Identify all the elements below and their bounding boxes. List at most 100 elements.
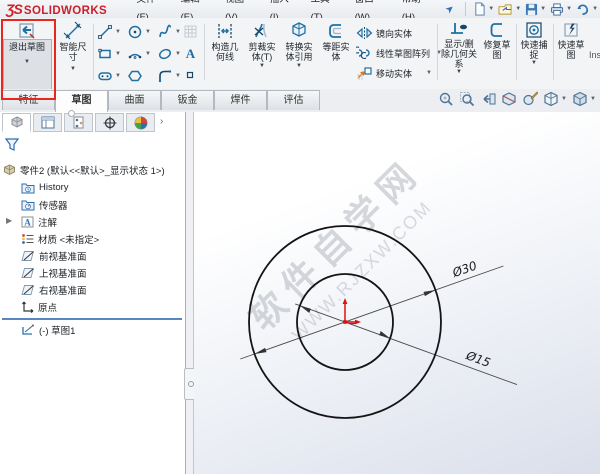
polygon-tool-button[interactable] [127,68,143,84]
open-file-button[interactable]: ▼ [498,3,521,16]
tree-item-material[interactable]: 材质 <未指定> [21,231,99,246]
material-icon [21,233,34,245]
chevron-down-icon[interactable]: ▼ [145,51,151,57]
save-icon [526,3,538,15]
repair-sketch-button[interactable]: 修复草图 [482,21,512,60]
view-orientation-button[interactable]: ▼ [543,91,567,107]
tab-featuremanager-tree[interactable] [2,113,31,132]
panel-tabs-overflow-chevron[interactable]: › [160,116,163,127]
dimension-text-d30[interactable]: Ø30 [450,258,479,280]
pin-menu-icon[interactable]: ➤ [443,2,456,16]
section-view-icon[interactable] [501,91,517,107]
tab-surfaces[interactable]: 曲面 [108,90,161,110]
rollback-bar[interactable] [2,318,182,320]
graphics-area[interactable]: 软件自学网 WWW.RJZXW.COM Ø30 Ø15 [194,112,600,474]
chevron-down-icon[interactable]: ▼ [175,73,181,79]
repair-sketch-icon [490,23,502,37]
toolbar-separator [465,2,467,16]
construction-geometry-button[interactable]: 构造几何线 [208,21,242,62]
chevron-down-icon[interactable]: ▼ [540,6,546,12]
tree-item-annotations[interactable]: A 注解 [21,214,57,229]
chevron-down-icon[interactable]: ▼ [561,96,567,102]
arc-tool-button[interactable]: ▼ [127,46,151,62]
undo-button[interactable]: ▼ [576,3,598,16]
chevron-down-icon[interactable]: ▼ [566,6,572,12]
horizontal-splitter-dot[interactable] [68,110,75,117]
chevron-down-icon[interactable]: ▼ [456,69,462,76]
move-entities-icon [357,67,372,80]
chevron-down-icon[interactable]: ▼ [531,60,537,67]
chevron-down-icon[interactable]: ▼ [115,29,121,35]
sketch-canvas[interactable]: Ø30 Ø15 [194,112,600,474]
smart-dimension-button[interactable]: 智能尺寸 ▼ [57,21,89,73]
fillet-tool-button[interactable]: ▼ [157,68,181,84]
quick-snaps-button[interactable]: 快速捕捉 ▼ [519,21,549,67]
chevron-down-icon[interactable]: ▼ [592,6,598,12]
dimxpert-target-icon [103,116,116,129]
chevron-down-icon[interactable]: ▼ [70,66,76,73]
construction-geometry-label: 构造几何线 [211,42,239,63]
chevron-down-icon[interactable]: ▼ [24,59,30,66]
previous-view-icon[interactable] [480,91,496,107]
rectangle-tool-button[interactable]: ▼ [97,46,121,62]
filter-button[interactable] [5,138,19,151]
dimension-line-d30[interactable] [240,265,504,360]
title-bar: ƷS SOLIDWORKS 文件(F) 编辑(E) 视图(V) 插入(I) 工具… [0,0,600,23]
save-button[interactable]: ▼ [525,3,546,16]
chevron-down-icon[interactable]: ▼ [515,6,521,12]
tree-root-part[interactable]: 零件2 (默认<<默认>_显示状态 1>) [3,162,165,177]
heads-up-view-toolbar: ▼ ▼ [438,91,596,107]
point-tool-button[interactable] [185,70,195,80]
ellipse-tool-button[interactable]: ▼ [157,46,181,62]
display-style-button[interactable]: ▼ [572,91,596,107]
move-entities-button[interactable]: 移动实体 ▼ [356,66,432,80]
display-relations-button[interactable]: 显示/删除几何关系 ▼ [440,21,478,76]
slot-tool-button[interactable]: ▼ [97,68,121,84]
expand-arrow-icon[interactable]: ▶ [6,216,12,225]
chevron-down-icon[interactable]: ▼ [175,29,181,35]
chevron-down-icon[interactable]: ▼ [115,51,121,57]
linear-pattern-button[interactable]: 线性草图阵列 ▼ [356,46,442,60]
tab-dimxpert[interactable] [95,113,124,132]
mirror-entities-button[interactable]: 镜向实体 [356,26,412,40]
tab-weldments[interactable]: 焊件 [214,90,267,110]
chevron-down-icon[interactable]: ▼ [259,63,265,70]
tab-features[interactable]: 特征 [2,90,55,110]
tree-item-sketch1[interactable]: (-) 草图1 [21,322,75,337]
panel-splitter[interactable] [186,112,194,474]
tree-item-front-plane[interactable]: 前视基准面 [21,248,87,263]
tree-item-sensors[interactable]: 传感器 [21,197,68,212]
chevron-down-icon[interactable]: ▼ [145,29,151,35]
tab-property-manager[interactable] [33,113,62,132]
tab-sheet-metal[interactable]: 钣金 [161,90,214,110]
spline-tool-button[interactable]: ▼ [157,24,181,40]
chevron-down-icon[interactable]: ▼ [175,51,181,57]
exit-sketch-button[interactable]: 退出草图 ▼ [4,21,50,66]
text-tool-button[interactable]: A [183,46,198,61]
tab-sketch[interactable]: 草图 [55,90,108,112]
chevron-down-icon[interactable]: ▼ [115,73,121,79]
offset-entities-button[interactable]: 等距实体 [320,21,352,62]
circle-tool-button[interactable]: ▼ [127,24,151,40]
tree-item-top-plane[interactable]: 上视基准面 [21,265,87,280]
chevron-down-icon[interactable]: ▼ [426,70,432,76]
tab-evaluate[interactable]: 评估 [267,90,320,110]
sketch-grid-button[interactable] [183,24,198,39]
tree-item-origin[interactable]: 原点 [21,299,57,314]
print-button[interactable]: ▼ [550,2,572,16]
line-tool-button[interactable]: ▼ [97,24,121,40]
tab-appearances[interactable] [126,113,155,132]
new-file-button[interactable]: ▼ [473,2,494,16]
convert-entities-button[interactable]: 转换实体引用 ▼ [282,21,316,70]
zoom-fit-icon[interactable] [438,91,454,107]
zoom-area-icon[interactable] [459,91,475,107]
rapid-sketch-button[interactable]: 快速草图 [556,21,586,60]
chevron-down-icon[interactable]: ▼ [488,6,494,12]
tree-item-right-plane[interactable]: 右视基准面 [21,282,87,297]
chevron-down-icon[interactable]: ▼ [590,96,596,102]
chevron-down-icon[interactable]: ▼ [296,63,302,70]
tree-item-history[interactable]: History [21,180,69,195]
edit-appearance-icon[interactable] [522,91,538,107]
trim-entities-button[interactable]: 剪裁实体(T) ▼ [246,21,278,70]
dimension-line-d15[interactable] [295,303,518,386]
